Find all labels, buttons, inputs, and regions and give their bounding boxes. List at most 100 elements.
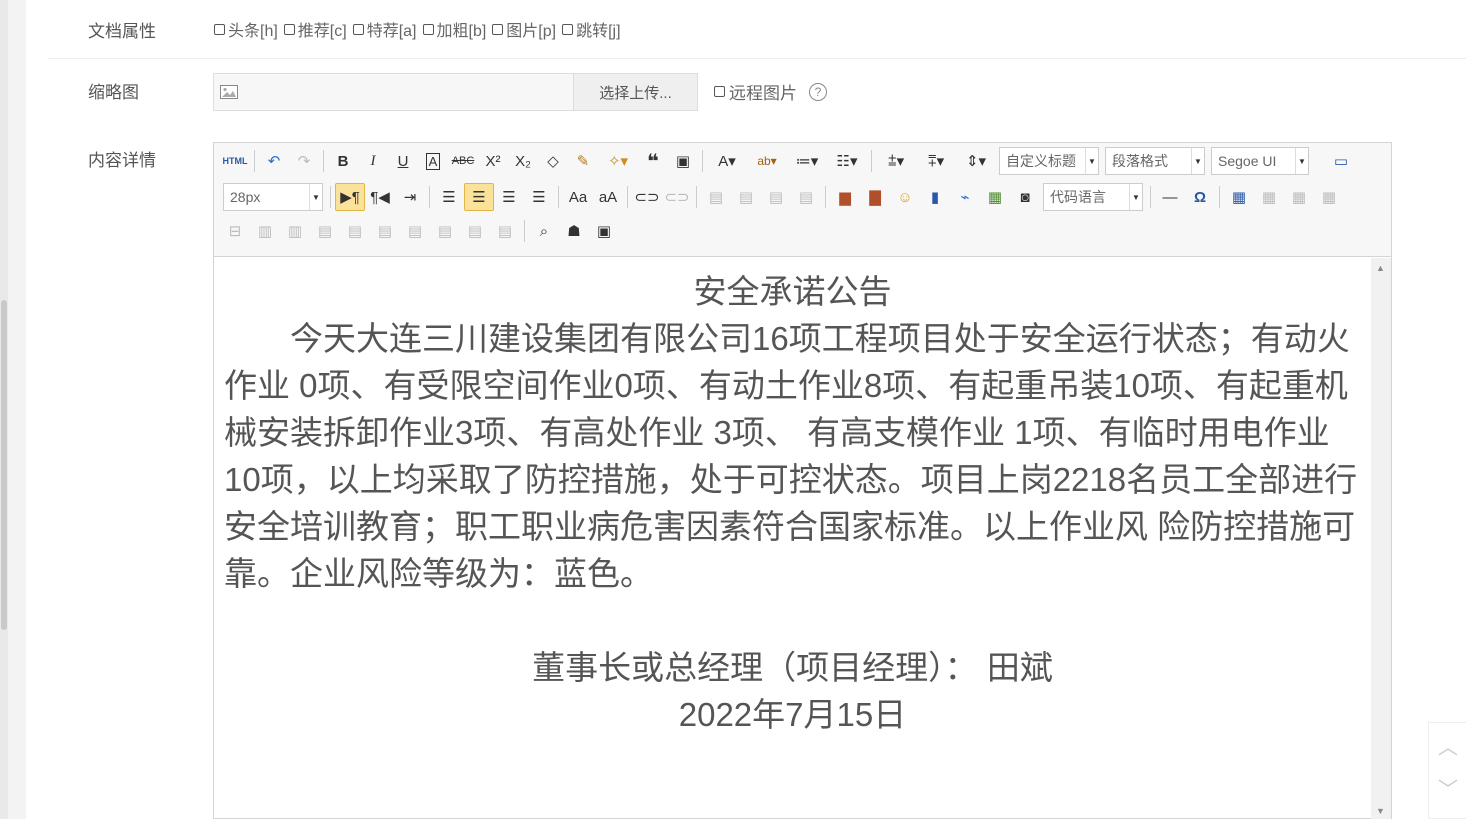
thumbnail-input[interactable] bbox=[244, 74, 573, 110]
font-color-icon[interactable]: A▾ bbox=[707, 147, 747, 175]
attr-headline-checkbox[interactable]: 头条[h] bbox=[214, 17, 278, 41]
insert-table-icon[interactable]: ▦ bbox=[1224, 183, 1254, 211]
code-language-select[interactable]: 代码语言 ▼ bbox=[1043, 183, 1143, 211]
divider bbox=[48, 58, 1466, 59]
merge-cells-icon[interactable]: ▤ bbox=[310, 217, 340, 245]
announcement-paragraph: 今天大连三川建设集团有限公司16项工程项目处于安全运行状态；有动火作业 0项、有… bbox=[224, 320, 1358, 592]
search-replace-icon[interactable]: ⌕ bbox=[529, 217, 559, 245]
attachment-icon[interactable]: ⌁ bbox=[950, 183, 980, 211]
attr-image-checkbox[interactable]: 图片[p] bbox=[492, 17, 556, 41]
split-cols-icon[interactable]: ▤ bbox=[460, 217, 490, 245]
upload-button[interactable]: 选择上传... bbox=[573, 74, 697, 110]
superscript-icon[interactable]: X² bbox=[478, 147, 508, 175]
background-color-icon[interactable]: ab▾ bbox=[747, 147, 787, 175]
attr-jump-checkbox[interactable]: 跳转[j] bbox=[562, 17, 621, 41]
direction-ltr-icon[interactable]: ▶¶ bbox=[335, 183, 365, 211]
delete-col-icon[interactable]: ▥ bbox=[280, 217, 310, 245]
uppercase-icon[interactable]: Aa bbox=[563, 183, 593, 211]
row-spacing-bottom-icon[interactable]: ⩱▾ bbox=[916, 147, 956, 175]
attr-recommend-checkbox[interactable]: 推荐[c] bbox=[283, 17, 347, 41]
paragraph-format-select[interactable]: 段落格式 ▼ bbox=[1105, 147, 1205, 175]
image-none-icon[interactable]: ▤ bbox=[701, 183, 731, 211]
thumbnail-label: 缩略图 bbox=[88, 83, 139, 102]
chevron-up-icon[interactable]: ︿ bbox=[1429, 725, 1466, 765]
scroll-up-icon[interactable]: ▲ bbox=[1376, 263, 1385, 273]
align-right-icon[interactable]: ☰ bbox=[494, 183, 524, 211]
fullscreen-icon[interactable]: ▭ bbox=[1326, 147, 1356, 175]
image-center-icon[interactable]: ▤ bbox=[791, 183, 821, 211]
undo-icon[interactable]: ↶ bbox=[259, 147, 289, 175]
chevron-down-icon[interactable]: ﹀ bbox=[1429, 767, 1466, 807]
align-justify-icon[interactable]: ☰ bbox=[524, 183, 554, 211]
delete-row-icon[interactable]: ⊟ bbox=[220, 217, 250, 245]
editor-content[interactable]: 安全承诺公告 今天大连三川建设集团有限公司16项工程项目处于安全运行状态；有动火… bbox=[214, 258, 1371, 819]
page-nav: ︿ ﹀ bbox=[1428, 722, 1466, 819]
split-cells-icon[interactable]: ▤ bbox=[400, 217, 430, 245]
insert-video-icon[interactable]: ▮ bbox=[920, 183, 950, 211]
image-right-icon[interactable]: ▤ bbox=[761, 183, 791, 211]
align-center-icon[interactable]: ☰ bbox=[464, 183, 494, 211]
italic-icon[interactable]: I bbox=[358, 147, 388, 175]
font-size-select[interactable]: 28px ▼ bbox=[223, 183, 323, 211]
remote-image-checkbox[interactable]: 远程图片 ? bbox=[714, 79, 827, 104]
bold-icon[interactable]: B bbox=[328, 147, 358, 175]
drafts-icon[interactable]: ▣ bbox=[589, 217, 619, 245]
thumbnail-field: 选择上传... bbox=[213, 73, 698, 111]
map-icon[interactable]: ▦ bbox=[980, 183, 1010, 211]
font-border-icon[interactable]: A bbox=[418, 147, 448, 175]
merge-right-icon[interactable]: ▤ bbox=[340, 217, 370, 245]
doc-attrs-label: 文档属性 bbox=[88, 22, 156, 41]
align-left-icon[interactable]: ☰ bbox=[434, 183, 464, 211]
line-height-icon[interactable]: ⇕▾ bbox=[956, 147, 996, 175]
content-label: 内容详情 bbox=[88, 151, 156, 170]
editor-scrollbar[interactable]: ▲ ▼ bbox=[1371, 258, 1391, 819]
auto-format-icon[interactable]: ✧▾ bbox=[598, 147, 638, 175]
horizontal-rule-icon[interactable]: — bbox=[1155, 183, 1185, 211]
split-rows-icon[interactable]: ▤ bbox=[430, 217, 460, 245]
delete-table-icon[interactable]: ▦ bbox=[1254, 183, 1284, 211]
special-chars-icon[interactable]: Ω bbox=[1185, 183, 1215, 211]
announcement-date: 2022年7月15日 bbox=[678, 696, 907, 733]
html-source-button[interactable]: HTML bbox=[220, 147, 250, 175]
unlink-icon[interactable]: ⊂⊃ bbox=[662, 183, 692, 211]
left-scrollbar-thumb[interactable] bbox=[1, 300, 7, 630]
emotion-icon[interactable]: ☺ bbox=[890, 183, 920, 211]
help-icon[interactable]: ? bbox=[809, 82, 827, 101]
announcement-title: 安全承诺公告 bbox=[693, 273, 892, 310]
insert-col-icon[interactable]: ▥ bbox=[250, 217, 280, 245]
editor-toolbar: HTML ↶ ↷ B I U A ABC X² X₂ ◇ ✎ ✧▾ ❝ ▣ A▾… bbox=[214, 143, 1391, 257]
subscript-icon[interactable]: X₂ bbox=[508, 147, 538, 175]
insert-row-icon[interactable]: ▦ bbox=[1314, 183, 1344, 211]
scroll-down-icon[interactable]: ▼ bbox=[1376, 806, 1385, 816]
unordered-list-icon[interactable]: ☷▾ bbox=[827, 147, 867, 175]
form-panel: 文档属性 头条[h] 推荐[c] 特荐[a] 加粗[b] 图片[p] 跳转[j]… bbox=[26, 0, 1466, 819]
font-family-select[interactable]: Segoe UI ▼ bbox=[1211, 147, 1309, 175]
format-brush-icon[interactable]: ✎ bbox=[568, 147, 598, 175]
merge-down-icon[interactable]: ▤ bbox=[370, 217, 400, 245]
strikethrough-icon[interactable]: ABC bbox=[448, 147, 478, 175]
redo-icon[interactable]: ↷ bbox=[289, 147, 319, 175]
left-scrollbar[interactable] bbox=[0, 0, 8, 819]
image-left-icon[interactable]: ▤ bbox=[731, 183, 761, 211]
insert-frame-icon[interactable]: ◙ bbox=[1010, 183, 1040, 211]
direction-rtl-icon[interactable]: ¶◀ bbox=[365, 183, 395, 211]
indent-icon[interactable]: ⇥ bbox=[395, 183, 425, 211]
row-spacing-top-icon[interactable]: ⩲▾ bbox=[876, 147, 916, 175]
lowercase-icon[interactable]: aA bbox=[593, 183, 623, 211]
multi-image-icon[interactable]: ▇ bbox=[860, 183, 890, 211]
underline-icon[interactable]: U bbox=[388, 147, 418, 175]
insert-image-icon[interactable]: ▆ bbox=[830, 183, 860, 211]
table-properties-icon[interactable]: ▤ bbox=[490, 217, 520, 245]
custom-heading-select[interactable]: 自定义标题 ▼ bbox=[999, 147, 1099, 175]
eraser-icon[interactable]: ◇ bbox=[538, 147, 568, 175]
ordered-list-icon[interactable]: ≔▾ bbox=[787, 147, 827, 175]
preview-icon[interactable]: ☗ bbox=[559, 217, 589, 245]
image-icon bbox=[214, 74, 244, 110]
link-icon[interactable]: ⊂⊃ bbox=[632, 183, 662, 211]
paste-plain-icon[interactable]: ▣ bbox=[668, 147, 698, 175]
attr-bold-checkbox[interactable]: 加粗[b] bbox=[422, 17, 486, 41]
attr-special-checkbox[interactable]: 特荐[a] bbox=[352, 17, 417, 41]
blockquote-icon[interactable]: ❝ bbox=[638, 147, 668, 175]
rich-text-editor: HTML ↶ ↷ B I U A ABC X² X₂ ◇ ✎ ✧▾ ❝ ▣ A▾… bbox=[213, 142, 1392, 819]
insert-paragraph-before-table-icon[interactable]: ▦ bbox=[1284, 183, 1314, 211]
